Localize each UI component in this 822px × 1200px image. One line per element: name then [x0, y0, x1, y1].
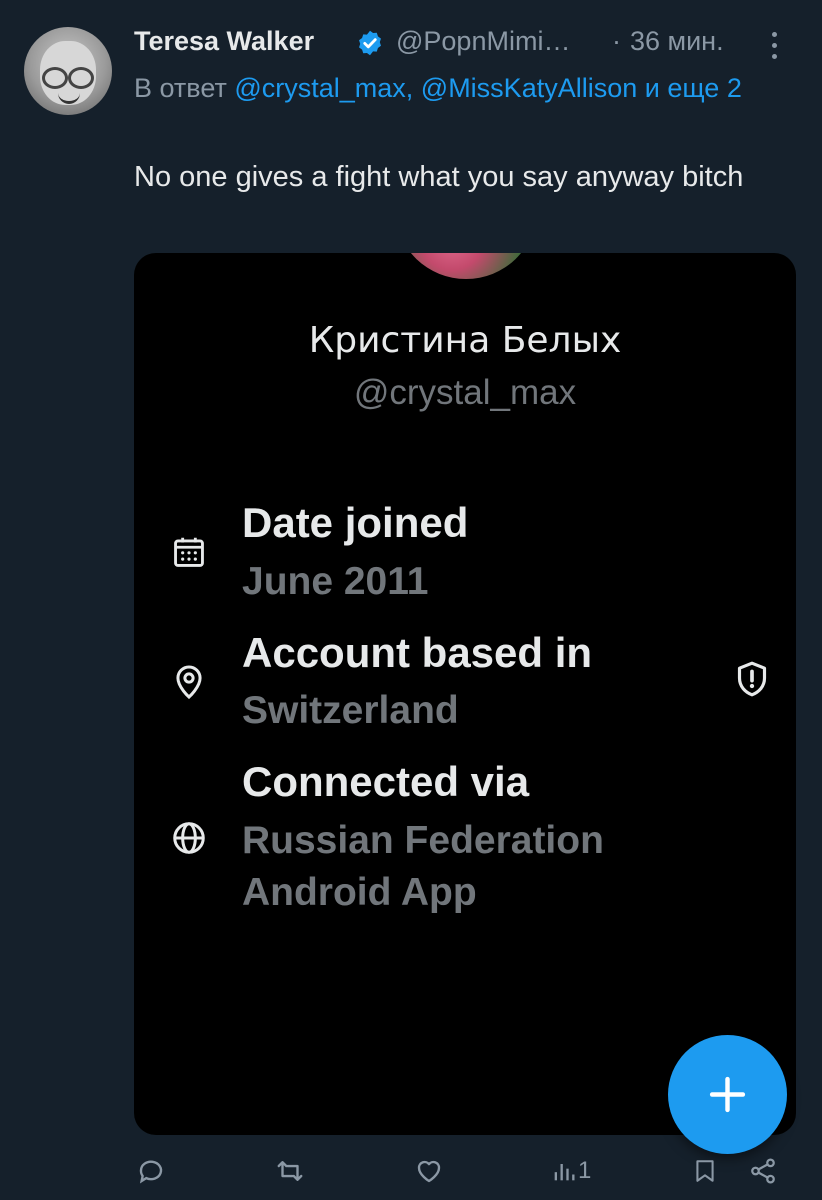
retweet-icon	[277, 1161, 303, 1181]
date-joined-label: Date joined	[242, 499, 469, 546]
heart-icon	[417, 1160, 441, 1183]
shield-info-icon[interactable]	[732, 659, 772, 699]
compose-button[interactable]	[668, 1035, 787, 1154]
plus-icon	[709, 1076, 746, 1113]
author-avatar[interactable]	[24, 27, 112, 115]
connected-via-label: Connected via	[242, 758, 530, 805]
reply-more-link[interactable]: еще 2	[667, 73, 741, 103]
more-options-icon[interactable]	[764, 30, 784, 60]
account-based-label: Account based in	[242, 629, 593, 676]
reply-mentions[interactable]: @crystal_max, @MissKatyAllison	[234, 73, 637, 103]
views-count: 1	[578, 1157, 592, 1184]
bookmark-button[interactable]	[692, 1156, 718, 1186]
author-name[interactable]: Teresa Walker	[134, 26, 314, 57]
avatar-glasses-right	[68, 67, 94, 89]
profile-picture	[396, 253, 536, 279]
connected-via-value: Russian Federation Android App	[242, 819, 604, 914]
views-chart-icon	[554, 1164, 575, 1181]
views-button[interactable]: 1	[550, 1156, 591, 1186]
like-button[interactable]	[414, 1156, 444, 1186]
tweet-text: No one gives a fight what you say anyway…	[134, 161, 744, 193]
retweet-button[interactable]	[274, 1156, 306, 1186]
attached-image[interactable]: Кристина Белых @crystal_max Date joined …	[134, 253, 796, 1135]
reply-conjunction: и	[644, 73, 660, 103]
verified-badge-icon	[359, 30, 381, 56]
reply-context: В ответ @crystal_max, @MissKatyAllison и…	[134, 67, 774, 110]
reply-button[interactable]	[136, 1156, 166, 1186]
calendar-icon	[174, 537, 204, 567]
author-handle[interactable]: @PopnMimi…	[396, 26, 570, 57]
reply-prefix: В ответ	[134, 73, 227, 103]
account-based-value: Switzerland	[242, 689, 459, 732]
location-pin-icon	[176, 665, 202, 700]
avatar-glasses-left	[42, 67, 68, 89]
tweet-timestamp[interactable]: 36 мин.	[630, 26, 724, 57]
profile-handle: @crystal_max	[353, 373, 577, 412]
globe-icon	[173, 822, 205, 854]
date-joined-value: June 2011	[242, 560, 429, 603]
header-separator: ·	[612, 26, 621, 56]
share-button[interactable]	[748, 1156, 778, 1186]
profile-name: Кристина Белых	[308, 320, 622, 361]
share-icon	[751, 1158, 775, 1184]
reply-icon	[139, 1160, 163, 1184]
tweet-actions: 1	[0, 1152, 822, 1200]
tweet-header: Teresa Walker @PopnMimi… · 36 мин.	[134, 24, 802, 64]
bookmark-icon	[696, 1160, 714, 1182]
